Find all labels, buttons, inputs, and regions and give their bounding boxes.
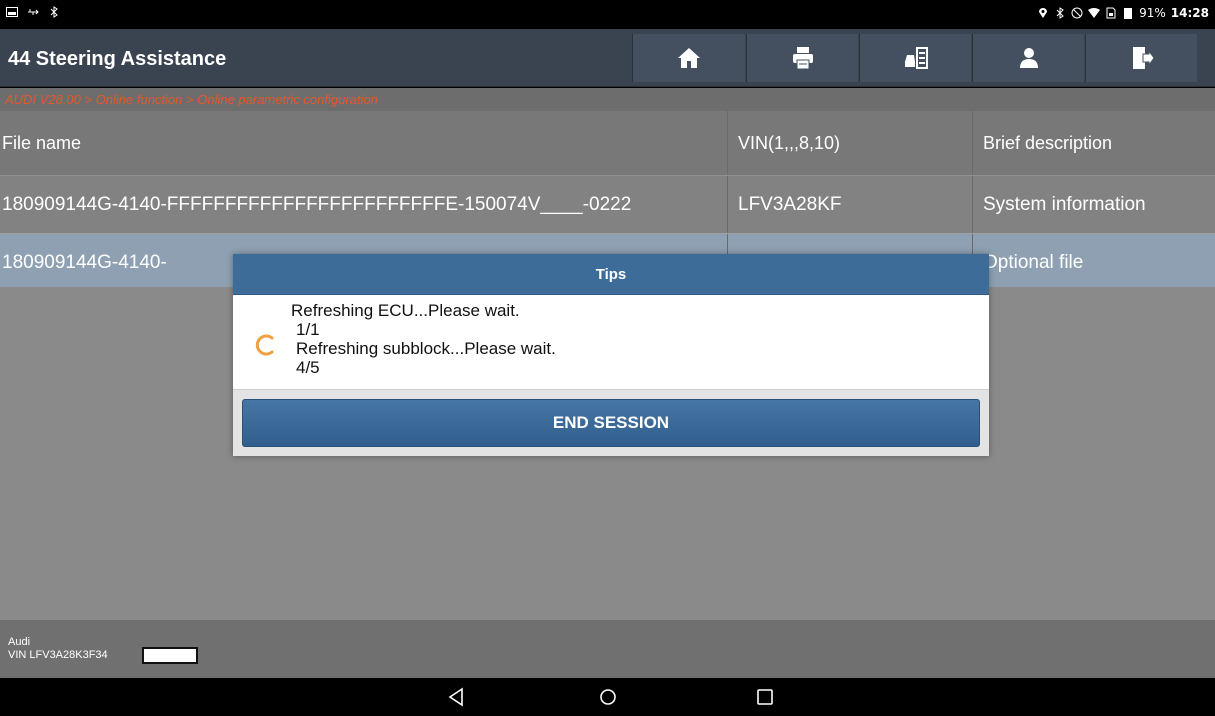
user-icon — [1019, 48, 1038, 68]
table-header: File name VIN(1,,,8,10) Brief descriptio… — [0, 111, 1215, 175]
print-icon — [792, 47, 813, 70]
vehicle-make: Audi — [8, 636, 31, 648]
subblock-progress-text: 4/5 — [296, 358, 320, 377]
battery-percent: 91% — [1139, 6, 1166, 20]
table-row[interactable]: 180909144G-4140-FFFFFFFFFFFFFFFFFFFFFFFF… — [0, 175, 1215, 233]
block-icon — [1071, 7, 1083, 19]
recents-icon[interactable] — [754, 686, 776, 708]
description-cell: System information — [983, 193, 1146, 215]
sim-icon — [1106, 7, 1116, 19]
ecu-progress-text: 1/1 — [296, 320, 320, 339]
dialog-footer: END SESSION — [233, 389, 989, 456]
subblock-refresh-text: Refreshing subblock...Please wait. — [296, 339, 556, 358]
home-nav-icon[interactable] — [597, 686, 619, 708]
navigation-bar — [0, 678, 1215, 716]
wifi-icon — [1088, 8, 1101, 18]
column-header-file-name: File name — [0, 111, 728, 175]
description-cell: Optional file — [983, 251, 1084, 273]
bluetooth-icon — [50, 6, 58, 18]
report-button[interactable] — [859, 34, 971, 82]
home-button[interactable] — [632, 34, 745, 82]
user-button[interactable] — [972, 34, 1084, 82]
column-header-vin: VIN(1,,,8,10) — [728, 111, 973, 175]
bluetooth-icon — [1056, 7, 1064, 19]
location-icon — [1039, 8, 1048, 18]
exit-icon — [1132, 47, 1155, 69]
ecu-refresh-text: Refreshing ECU...Please wait. — [291, 301, 520, 320]
app-header: 44 Steering Assistance — [0, 29, 1215, 87]
end-session-button[interactable]: END SESSION — [242, 399, 980, 447]
tips-dialog: Tips Refreshing ECU...Please wait. 1/1 R… — [233, 254, 989, 456]
screenshot-icon — [6, 7, 18, 17]
car-report-icon — [904, 47, 928, 69]
usb-icon — [28, 9, 39, 15]
status-bar: 91% 14:28 — [0, 0, 1215, 29]
home-icon — [678, 48, 700, 68]
vehicle-info-footer: Audi VIN LFV3A28K3F34 — [0, 620, 1215, 678]
vehicle-vin: VIN LFV3A28K3F34 — [8, 649, 108, 661]
print-button[interactable] — [746, 34, 858, 82]
breadcrumb: AUDI V28.00 > Online function > Online p… — [0, 88, 1215, 111]
loading-spinner-icon — [255, 334, 274, 356]
exit-button[interactable] — [1085, 34, 1197, 82]
dialog-title: Tips — [233, 254, 989, 295]
page-title: 44 Steering Assistance — [8, 48, 227, 70]
vin-cell: LFV3A28KF — [728, 176, 973, 233]
dialog-body: Refreshing ECU...Please wait. 1/1 Refres… — [233, 295, 989, 389]
vin-redaction-box — [142, 647, 198, 664]
battery-icon — [1124, 8, 1133, 19]
clock: 14:28 — [1170, 6, 1209, 20]
file-name-cell: 180909144G-4140-FFFFFFFFFFFFFFFFFFFFFFFF… — [0, 176, 728, 233]
progress-message: Refreshing ECU...Please wait. 1/1 Refres… — [291, 301, 556, 377]
column-header-description: Brief description — [983, 132, 1113, 153]
back-icon[interactable] — [446, 686, 468, 708]
